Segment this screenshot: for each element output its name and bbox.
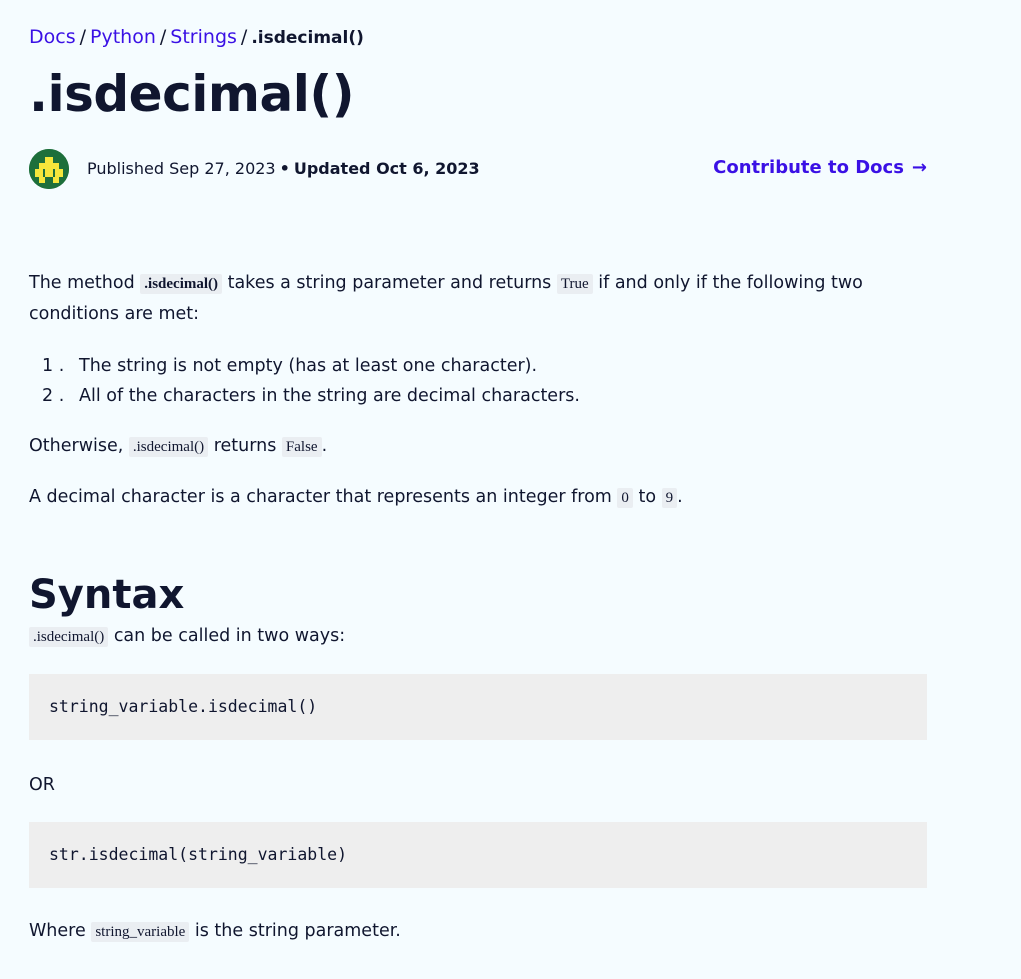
- syntax-intro-paragraph: .isdecimal() can be called in two ways:: [29, 621, 927, 652]
- code-block[interactable]: str.isdecimal(string_variable): [29, 822, 927, 888]
- syntax-intro-text: can be called in two ways:: [113, 626, 346, 646]
- intro-paragraph: The method .isdecimal() takes a string p…: [29, 268, 927, 329]
- breadcrumb-separator: /: [159, 26, 167, 48]
- list-item: 2 . All of the characters in the string a…: [29, 381, 927, 411]
- conditions-list: 1 . The string is not empty (has at least…: [29, 351, 927, 411]
- intro-text-1: The method: [29, 273, 135, 293]
- right-arrow-icon: →: [911, 157, 927, 178]
- decimal-definition-paragraph: A decimal character is a character that …: [29, 482, 927, 513]
- or-text: OR: [29, 775, 55, 795]
- pixel-avatar-icon: [29, 149, 69, 189]
- where-text-2: is the string parameter.: [194, 921, 401, 941]
- list-number: 2 .: [42, 386, 65, 406]
- inline-code: 0: [617, 488, 633, 508]
- breadcrumb-docs[interactable]: Docs: [29, 26, 76, 48]
- updated-date: Updated Oct 6, 2023: [293, 159, 480, 178]
- intro-text-2: takes a string parameter and returns: [227, 273, 552, 293]
- otherwise-paragraph: Otherwise, .isdecimal() returns False.: [29, 431, 927, 462]
- inline-code: False: [281, 437, 322, 457]
- breadcrumb-separator: /: [240, 26, 248, 48]
- list-number: 1 .: [42, 356, 65, 376]
- inline-code: string_variable: [91, 922, 190, 942]
- inline-code: .isdecimal(): [140, 274, 223, 294]
- code-block[interactable]: string_variable.isdecimal(): [29, 674, 927, 740]
- otherwise-text-1: Otherwise,: [29, 436, 124, 456]
- where-text-1: Where: [29, 921, 86, 941]
- article-body: The method .isdecimal() takes a string p…: [29, 268, 927, 947]
- where-paragraph: Where string_variable is the string para…: [29, 916, 927, 947]
- breadcrumb: Docs / Python / Strings / .isdecimal(): [29, 25, 364, 50]
- breadcrumb-separator: /: [79, 26, 87, 48]
- inline-code: .isdecimal(): [29, 627, 109, 647]
- otherwise-period: .: [321, 436, 328, 456]
- inline-code: True: [556, 274, 593, 294]
- page-title: .isdecimal(): [29, 65, 355, 123]
- author-avatar[interactable]: [29, 149, 69, 189]
- inline-code: .isdecimal(): [128, 437, 209, 457]
- docs-page: Docs / Python / Strings / .isdecimal() .isdeci…: [0, 0, 1021, 979]
- breadcrumb-current: .isdecimal(): [251, 28, 364, 48]
- contribute-label: Contribute to Docs: [713, 157, 904, 178]
- decimal-text-1: A decimal character is a character that …: [29, 487, 612, 507]
- list-item-text: The string is not empty (has at least on…: [79, 356, 538, 376]
- decimal-text-2: to: [638, 487, 657, 507]
- syntax-heading: Syntax: [29, 572, 185, 618]
- contribute-to-docs-link[interactable]: Contribute to Docs →: [713, 156, 927, 180]
- publish-meta: Published Sep 27, 2023 • Updated Oct 6, 20…: [87, 158, 480, 180]
- list-item: 1 . The string is not empty (has at least…: [29, 351, 927, 381]
- meta-dot: •: [279, 159, 290, 178]
- otherwise-text-2: returns: [213, 436, 277, 456]
- list-item-text: All of the characters in the string are …: [79, 386, 580, 406]
- breadcrumb-python[interactable]: Python: [90, 26, 156, 48]
- inline-code: 9: [661, 488, 678, 508]
- breadcrumb-strings[interactable]: Strings: [170, 26, 237, 48]
- published-date: Published Sep 27, 2023: [87, 159, 276, 178]
- decimal-period: .: [677, 487, 683, 507]
